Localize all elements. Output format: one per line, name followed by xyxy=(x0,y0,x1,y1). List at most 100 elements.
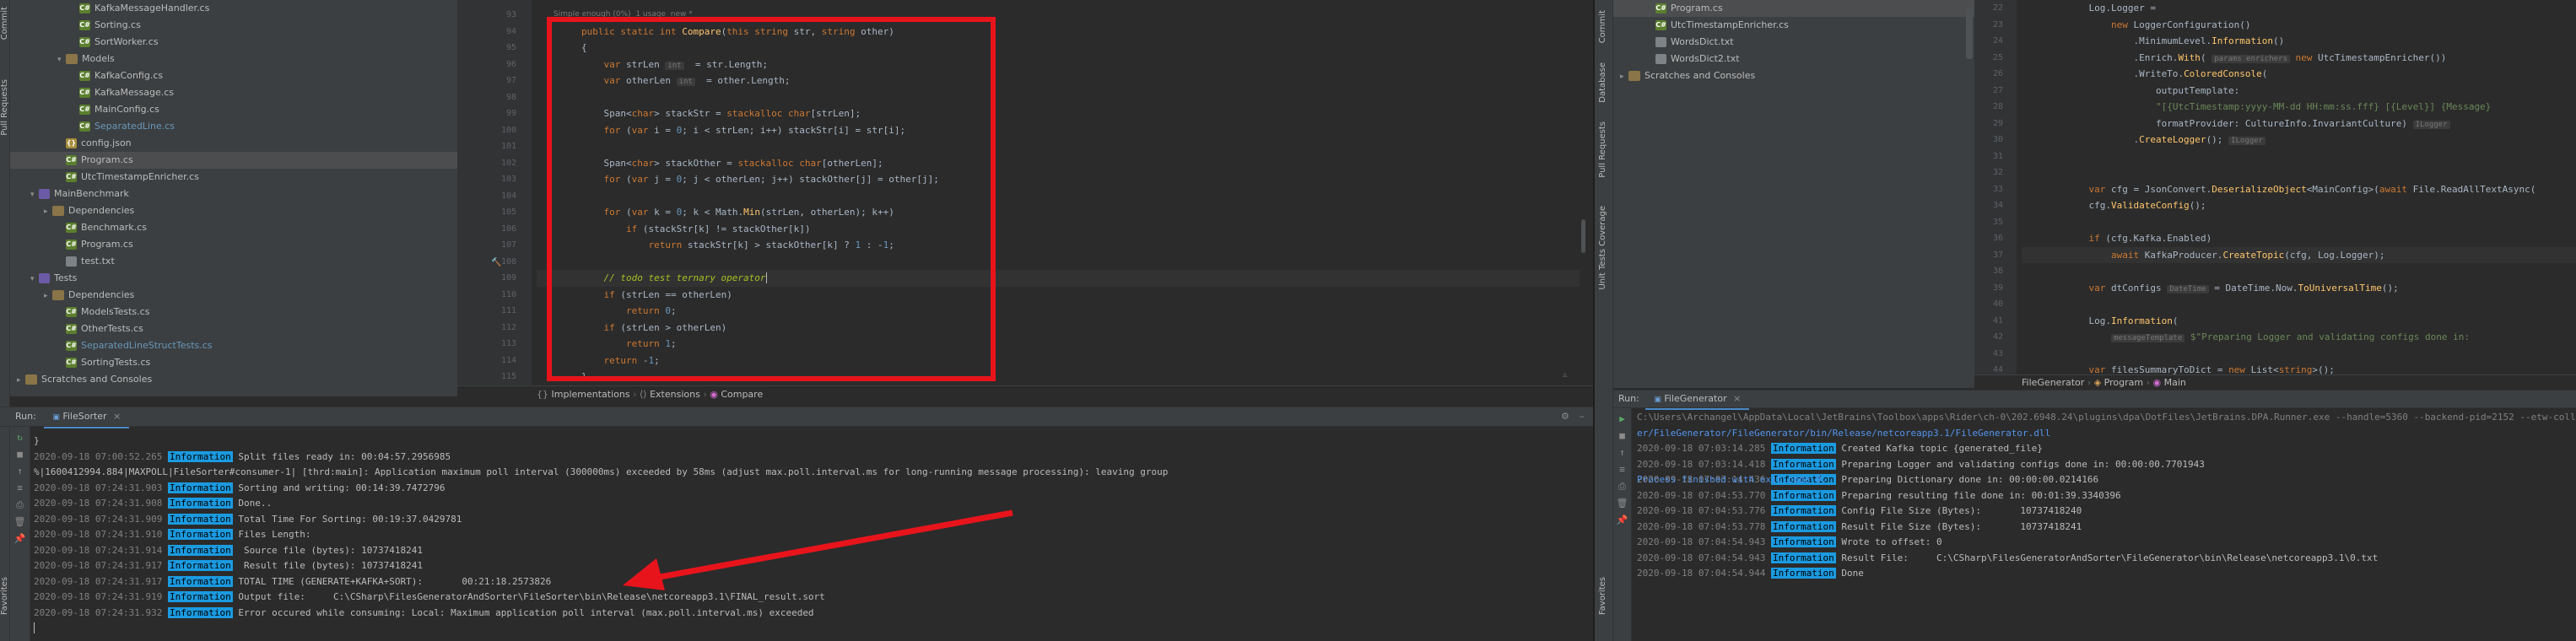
side-tab-commit[interactable]: Commit xyxy=(1598,7,1607,46)
expand-arrow-icon[interactable]: ▸ xyxy=(1620,68,1628,85)
tree-item[interactable]: C# UtcTimestampEnricher.cs xyxy=(10,169,457,186)
rerun-icon[interactable]: ↻ xyxy=(14,432,27,444)
side-tab-database[interactable]: Database xyxy=(1598,59,1607,106)
tree-item[interactable]: WordsDict2.txt xyxy=(1613,51,1974,67)
cs-file-icon: C# xyxy=(79,71,90,81)
console-line: 2020-09-18 07:03:14.285 Information Crea… xyxy=(1637,441,2573,457)
tree-item[interactable]: {} config.json xyxy=(10,135,457,152)
tree-item[interactable]: ▸ Scratches and Consoles xyxy=(10,371,457,388)
log-message: %|1600412994.884|MAXPOLL|FileSorter#cons… xyxy=(34,466,1169,477)
expand-arrow-icon[interactable]: ▸ xyxy=(17,372,25,389)
close-icon[interactable]: × xyxy=(113,411,121,422)
stop-icon[interactable]: ■ xyxy=(1616,430,1629,442)
cs-file-icon: C# xyxy=(79,105,90,115)
tree-item[interactable]: C# Program.cs xyxy=(10,236,457,253)
expand-arrow-icon[interactable]: ▸ xyxy=(44,203,52,220)
expand-arrow-icon[interactable]: ▾ xyxy=(30,186,39,203)
tree-item[interactable]: C# KafkaMessageHandler.cs xyxy=(10,0,457,17)
side-tab-favorites[interactable]: Favorites xyxy=(1598,574,1607,618)
tree-item[interactable]: test.txt xyxy=(10,253,457,270)
breadcrumb-compare[interactable]: Compare xyxy=(721,389,763,400)
tree-item[interactable]: ▸ Dependencies xyxy=(10,202,457,219)
side-tab-favorites[interactable]: Favorites xyxy=(0,574,9,618)
side-tab-pull-requests[interactable]: Pull Requests xyxy=(0,76,9,139)
tree-item[interactable]: ▸ Dependencies xyxy=(10,287,457,304)
tree-item[interactable]: C# Benchmark.cs xyxy=(10,219,457,236)
expand-arrow-icon[interactable]: ▾ xyxy=(30,271,39,288)
log-level-badge: Information xyxy=(167,591,233,602)
cs-file-icon: C# xyxy=(66,341,77,351)
log-message: Done.. xyxy=(232,498,273,509)
cs-file-icon: C# xyxy=(79,3,90,13)
breadcrumb-program[interactable]: Program xyxy=(2104,377,2143,388)
tree-item[interactable]: ▾ MainBenchmark xyxy=(10,186,457,202)
tree-item[interactable]: C# Program.cs xyxy=(1613,0,1974,17)
tree-item[interactable]: C# ModelsTests.cs xyxy=(10,304,457,320)
tree-item[interactable]: C# Program.cs xyxy=(10,152,457,169)
tree-item[interactable]: C# SeparatedLineStructTests.cs xyxy=(10,337,457,354)
run-tab-label: FileSorter xyxy=(62,411,107,422)
line-number: 38 xyxy=(1992,267,2003,276)
tree-item[interactable]: ▸ Scratches and Consoles xyxy=(1613,67,1974,84)
gear-icon[interactable]: ⚙ xyxy=(1561,407,1569,426)
tree-item[interactable]: C# KafkaConfig.cs xyxy=(10,67,457,84)
cs-file-icon: C# xyxy=(66,358,77,368)
log-message: Split files ready in: 00:04:57.2956985 xyxy=(232,450,451,462)
console-caret[interactable] xyxy=(34,621,1586,637)
tree-item[interactable]: C# MainConfig.cs xyxy=(10,101,457,118)
trash-icon[interactable]: 🗑 xyxy=(14,516,27,528)
run-icon[interactable]: ▶ xyxy=(1616,413,1629,425)
soft-wrap-icon[interactable]: ≡ xyxy=(1616,464,1629,476)
tree-item[interactable]: WordsDict.txt xyxy=(1613,34,1974,51)
right-code-editor[interactable]: 22 23 24 25 26 27 28 29 30 31 32 33 34 35 36 37 38 39 40 41… xyxy=(1974,0,2576,374)
line-number: 99 xyxy=(505,109,516,118)
run-tab-filegenerator[interactable]: ▣ FileGenerator × xyxy=(1645,391,1750,410)
log-message: Sorting and writing: 00:14:39.7472796 xyxy=(232,482,446,493)
tree-item[interactable]: ▾ Models xyxy=(10,51,457,67)
side-tab-coverage[interactable]: Unit Tests Coverage xyxy=(1598,202,1607,294)
highlight-box xyxy=(547,17,996,381)
breadcrumb-main[interactable]: Main xyxy=(2164,377,2186,388)
log-message: Error occured while consuming: Local: Ma… xyxy=(232,606,814,618)
run-tab-filesorter[interactable]: ▣ FileSorter × xyxy=(44,407,130,428)
right-console-output[interactable]: C:\Users\Archangel\AppData\Local\JetBrai… xyxy=(1637,410,2576,641)
cs-file-icon: C# xyxy=(66,307,77,317)
tree-item[interactable]: C# KafkaMessage.cs xyxy=(10,84,457,101)
tree-item[interactable]: C# SeparatedLine.cs xyxy=(10,118,457,135)
side-tab-pull-requests[interactable]: Pull Requests xyxy=(1598,118,1607,181)
soft-wrap-icon[interactable]: ≡ xyxy=(14,482,27,494)
side-tab-commit[interactable]: Commit xyxy=(0,3,9,43)
close-icon[interactable]: × xyxy=(1733,393,1741,404)
tree-item[interactable]: C# Sorting.cs xyxy=(10,17,457,34)
tree-item[interactable]: C# UtcTimestampEnricher.cs xyxy=(1613,17,1974,34)
expand-arrow-icon[interactable]: ▸ xyxy=(44,288,52,304)
tree-item[interactable]: C# OtherTests.cs xyxy=(10,320,457,337)
scroll-up-icon[interactable]: ↑ xyxy=(1616,447,1629,459)
trash-icon[interactable]: 🗑 xyxy=(1616,498,1629,509)
print-icon[interactable]: ⎙ xyxy=(14,499,27,511)
breadcrumb-implementations[interactable]: Implementations xyxy=(552,389,630,400)
tree-scrollbar[interactable] xyxy=(1966,8,1973,59)
warning-icon[interactable]: ⚠ xyxy=(1563,371,1567,380)
console-line: 2020-09-18 07:24:31.932 Information Erro… xyxy=(34,606,1586,622)
line-number: 106 xyxy=(500,224,516,234)
tree-item[interactable]: ▾ Tests xyxy=(10,270,457,287)
scroll-up-icon[interactable]: ↑ xyxy=(14,466,27,477)
breadcrumb-filegenerator[interactable]: FileGenerator xyxy=(2022,377,2084,388)
expand-arrow-icon[interactable]: ▾ xyxy=(57,51,66,68)
pin-icon[interactable]: 📌 xyxy=(14,533,27,545)
console-line: 2020-09-18 07:04:53.778 Information Resu… xyxy=(1637,520,2573,536)
breadcrumb-extensions[interactable]: Extensions xyxy=(650,389,700,400)
tree-item-label: Program.cs xyxy=(81,154,133,165)
pin-icon[interactable]: 📌 xyxy=(1616,514,1629,526)
tree-item[interactable]: C# SortWorker.cs xyxy=(10,34,457,51)
minimize-icon[interactable]: – xyxy=(1580,407,1585,426)
left-code-editor[interactable]: 93 94 95 96 97 98 99 100 101 102 103 104 105 106 107 10… xyxy=(457,0,1596,385)
tree-item[interactable]: C# SortingTests.cs xyxy=(10,354,457,371)
print-icon[interactable]: ⎙ xyxy=(1616,481,1629,493)
editor-scrollbar[interactable] xyxy=(1580,0,1588,385)
stop-icon[interactable]: ■ xyxy=(14,449,27,461)
log-level-badge: Information xyxy=(1770,568,1836,579)
line-number: 39 xyxy=(1992,283,2003,293)
log-timestamp: 2020-09-18 07:24:31.909 xyxy=(34,513,163,525)
